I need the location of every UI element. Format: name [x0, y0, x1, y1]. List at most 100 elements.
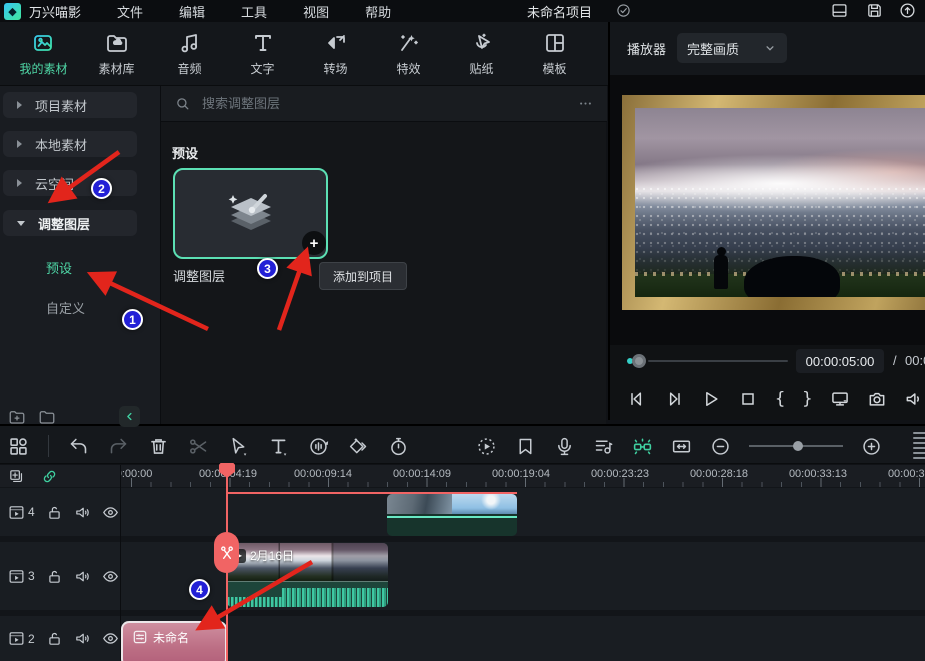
search-input[interactable]	[200, 95, 568, 112]
library-main-panel: 预设 + 调整图层 添加到项目	[160, 86, 606, 424]
media-grid-icon[interactable]	[8, 436, 29, 457]
sidebar-item-cloud-space[interactable]: 云空间	[3, 170, 137, 196]
menu-file[interactable]: 文件	[117, 2, 143, 21]
snapshot-icon[interactable]	[867, 389, 887, 409]
speaker-icon[interactable]	[74, 568, 91, 585]
folder-icon[interactable]	[38, 408, 56, 426]
audio-icon	[178, 31, 202, 55]
text-icon	[251, 31, 275, 55]
templates-icon	[543, 31, 567, 55]
speaker-icon[interactable]	[74, 630, 91, 647]
layout-panels-icon[interactable]	[831, 2, 848, 19]
tab-audio[interactable]: 音频	[153, 31, 226, 77]
export-icon[interactable]	[899, 2, 916, 19]
menu-tools[interactable]: 工具	[241, 2, 267, 21]
select-tool-button[interactable]	[228, 436, 249, 457]
timecode-current: 00:00:05:00	[796, 349, 884, 373]
zoom-in-button[interactable]	[861, 436, 882, 457]
sidebar-item-project-media[interactable]: 项目素材	[3, 92, 137, 118]
full-display-icon[interactable]	[830, 389, 850, 409]
save-icon[interactable]	[866, 2, 883, 19]
collapse-sidebar-button[interactable]	[119, 406, 140, 427]
annotation-step-4: 4	[189, 579, 210, 600]
audio-pitch-button[interactable]	[308, 436, 329, 457]
audio-mixer-button[interactable]	[593, 436, 614, 457]
my-media-icon	[32, 31, 56, 55]
seek-knob[interactable]	[632, 354, 646, 368]
sidebar-item-adjustment-layer[interactable]: 调整图层	[3, 210, 137, 236]
prev-frame-button[interactable]	[627, 389, 647, 409]
tab-templates[interactable]: 模板	[518, 31, 591, 77]
tab-my-media[interactable]: 我的素材	[7, 31, 80, 77]
video-preview[interactable]	[608, 75, 925, 345]
tab-label: 文字	[250, 60, 274, 77]
sidebar-item-custom[interactable]: 自定义	[46, 298, 85, 317]
tab-stickers[interactable]: 贴纸	[445, 31, 518, 77]
menu-help[interactable]: 帮助	[365, 2, 391, 21]
video-clip-track4[interactable]	[387, 494, 517, 536]
adjustment-layer-icon	[132, 629, 148, 645]
zoom-slider-knob[interactable]	[793, 441, 803, 451]
sidebar-item-presets[interactable]: 预设	[46, 258, 72, 277]
track-header-2: 2	[0, 616, 120, 661]
add-track-icon[interactable]	[8, 468, 25, 485]
tab-stock-media[interactable]: 素材库	[80, 31, 153, 77]
play-button[interactable]	[701, 389, 721, 409]
seek-track[interactable]	[648, 360, 788, 362]
adjustment-clip-track2[interactable]: 未命名	[121, 621, 227, 661]
menu-edit[interactable]: 编辑	[179, 2, 205, 21]
next-frame-button[interactable]	[664, 389, 684, 409]
eye-icon[interactable]	[102, 568, 119, 585]
silhouette-person	[714, 255, 728, 289]
link-icon[interactable]	[41, 468, 58, 485]
eye-icon[interactable]	[102, 504, 119, 521]
transition-icon	[324, 31, 348, 55]
speaker-icon[interactable]	[904, 389, 924, 409]
mark-in-button[interactable]: {	[775, 389, 785, 409]
eye-icon[interactable]	[102, 630, 119, 647]
keyframe-button[interactable]	[348, 436, 369, 457]
new-folder-icon[interactable]	[8, 408, 26, 426]
tab-label: 我的素材	[19, 60, 67, 77]
more-icon[interactable]	[578, 96, 593, 111]
undo-button[interactable]	[68, 436, 89, 457]
add-to-project-button[interactable]: +	[302, 231, 326, 255]
timeline-ruler[interactable]: 00:00:00 00:00:04:19 00:00:09:14 00:00:1…	[121, 465, 925, 487]
lock-icon[interactable]	[46, 630, 63, 647]
zoom-slider[interactable]	[749, 439, 843, 453]
track-manager-icon[interactable]	[913, 432, 925, 460]
split-scissors-badge[interactable]	[214, 532, 239, 573]
trash-button[interactable]	[148, 436, 169, 457]
video-clip-track3[interactable]: ▶ 2月16日	[227, 543, 388, 607]
menu-view[interactable]: 视图	[303, 2, 329, 21]
speaker-icon[interactable]	[74, 504, 91, 521]
speed-button[interactable]	[388, 436, 409, 457]
tab-transition[interactable]: 转场	[299, 31, 372, 77]
sidebar-item-local-media[interactable]: 本地素材	[3, 131, 137, 157]
caret-right-icon	[17, 101, 22, 109]
marker-button[interactable]	[515, 436, 536, 457]
record-voice-button[interactable]	[554, 436, 575, 457]
video-scene	[635, 108, 925, 297]
quality-dropdown[interactable]: 完整画质	[677, 33, 787, 63]
caret-right-icon	[17, 140, 22, 148]
smart-cut-button[interactable]	[632, 436, 653, 457]
render-preview-button[interactable]	[476, 436, 497, 457]
audio-waveform	[227, 581, 388, 607]
app-logo-icon: ◆	[4, 3, 21, 20]
mark-out-button[interactable]: }	[802, 389, 812, 409]
video-track-icon	[8, 504, 25, 521]
redo-button[interactable]	[108, 436, 129, 457]
tab-text[interactable]: 文字	[226, 31, 299, 77]
text-tool-button[interactable]	[268, 436, 289, 457]
track-lane-3[interactable]	[0, 542, 925, 610]
lock-icon[interactable]	[46, 504, 63, 521]
fit-timeline-button[interactable]	[671, 436, 692, 457]
cut-button[interactable]	[188, 436, 209, 457]
track-header-corner	[0, 465, 120, 487]
sidebar-footer	[0, 408, 160, 424]
tab-effects[interactable]: 特效	[372, 31, 445, 77]
stop-button[interactable]	[738, 389, 758, 409]
zoom-out-button[interactable]	[710, 436, 731, 457]
lock-icon[interactable]	[46, 568, 63, 585]
